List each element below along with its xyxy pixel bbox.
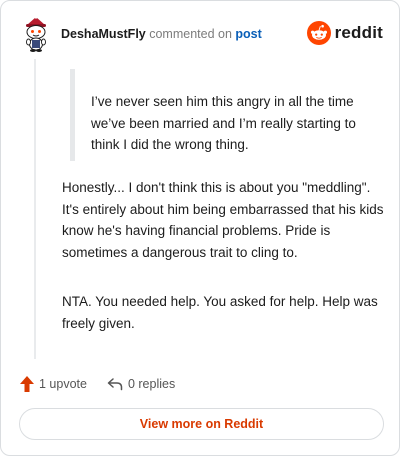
post-link[interactable]: post	[235, 27, 261, 41]
reddit-brand[interactable]: reddit	[306, 21, 383, 45]
action-text: commented on	[149, 27, 232, 41]
reddit-logo-icon	[306, 21, 331, 45]
reply-button[interactable]: 0 replies	[107, 377, 175, 391]
reply-count: 0 replies	[127, 377, 176, 391]
thread-line	[34, 59, 36, 359]
username-link[interactable]: DeshaMustFly	[61, 27, 146, 41]
snoo-avatar-icon[interactable]	[19, 15, 53, 53]
upvote-arrow-icon	[20, 376, 34, 392]
reddit-embed-card: DeshaMustFly commented on post reddit I’…	[0, 0, 400, 456]
comment-meta: DeshaMustFly commented on post	[61, 27, 262, 41]
comment-paragraph: NTA. You needed help. You asked for help…	[62, 294, 378, 331]
view-more-button[interactable]: View more on Reddit	[19, 408, 384, 440]
upvote-count: 1 upvote	[39, 377, 87, 391]
comment-header: DeshaMustFly commented on post reddit	[19, 15, 385, 55]
quoted-text: I’ve never seen him this angry in all th…	[70, 69, 382, 161]
comment-paragraph: Honestly... I don't think this is about …	[62, 180, 384, 260]
upvote-button[interactable]: 1 upvote	[19, 375, 87, 393]
reddit-wordmark: reddit	[334, 23, 383, 42]
comment-actions: 1 upvote 0 replies	[19, 373, 175, 395]
reply-arrow-icon	[107, 378, 123, 391]
